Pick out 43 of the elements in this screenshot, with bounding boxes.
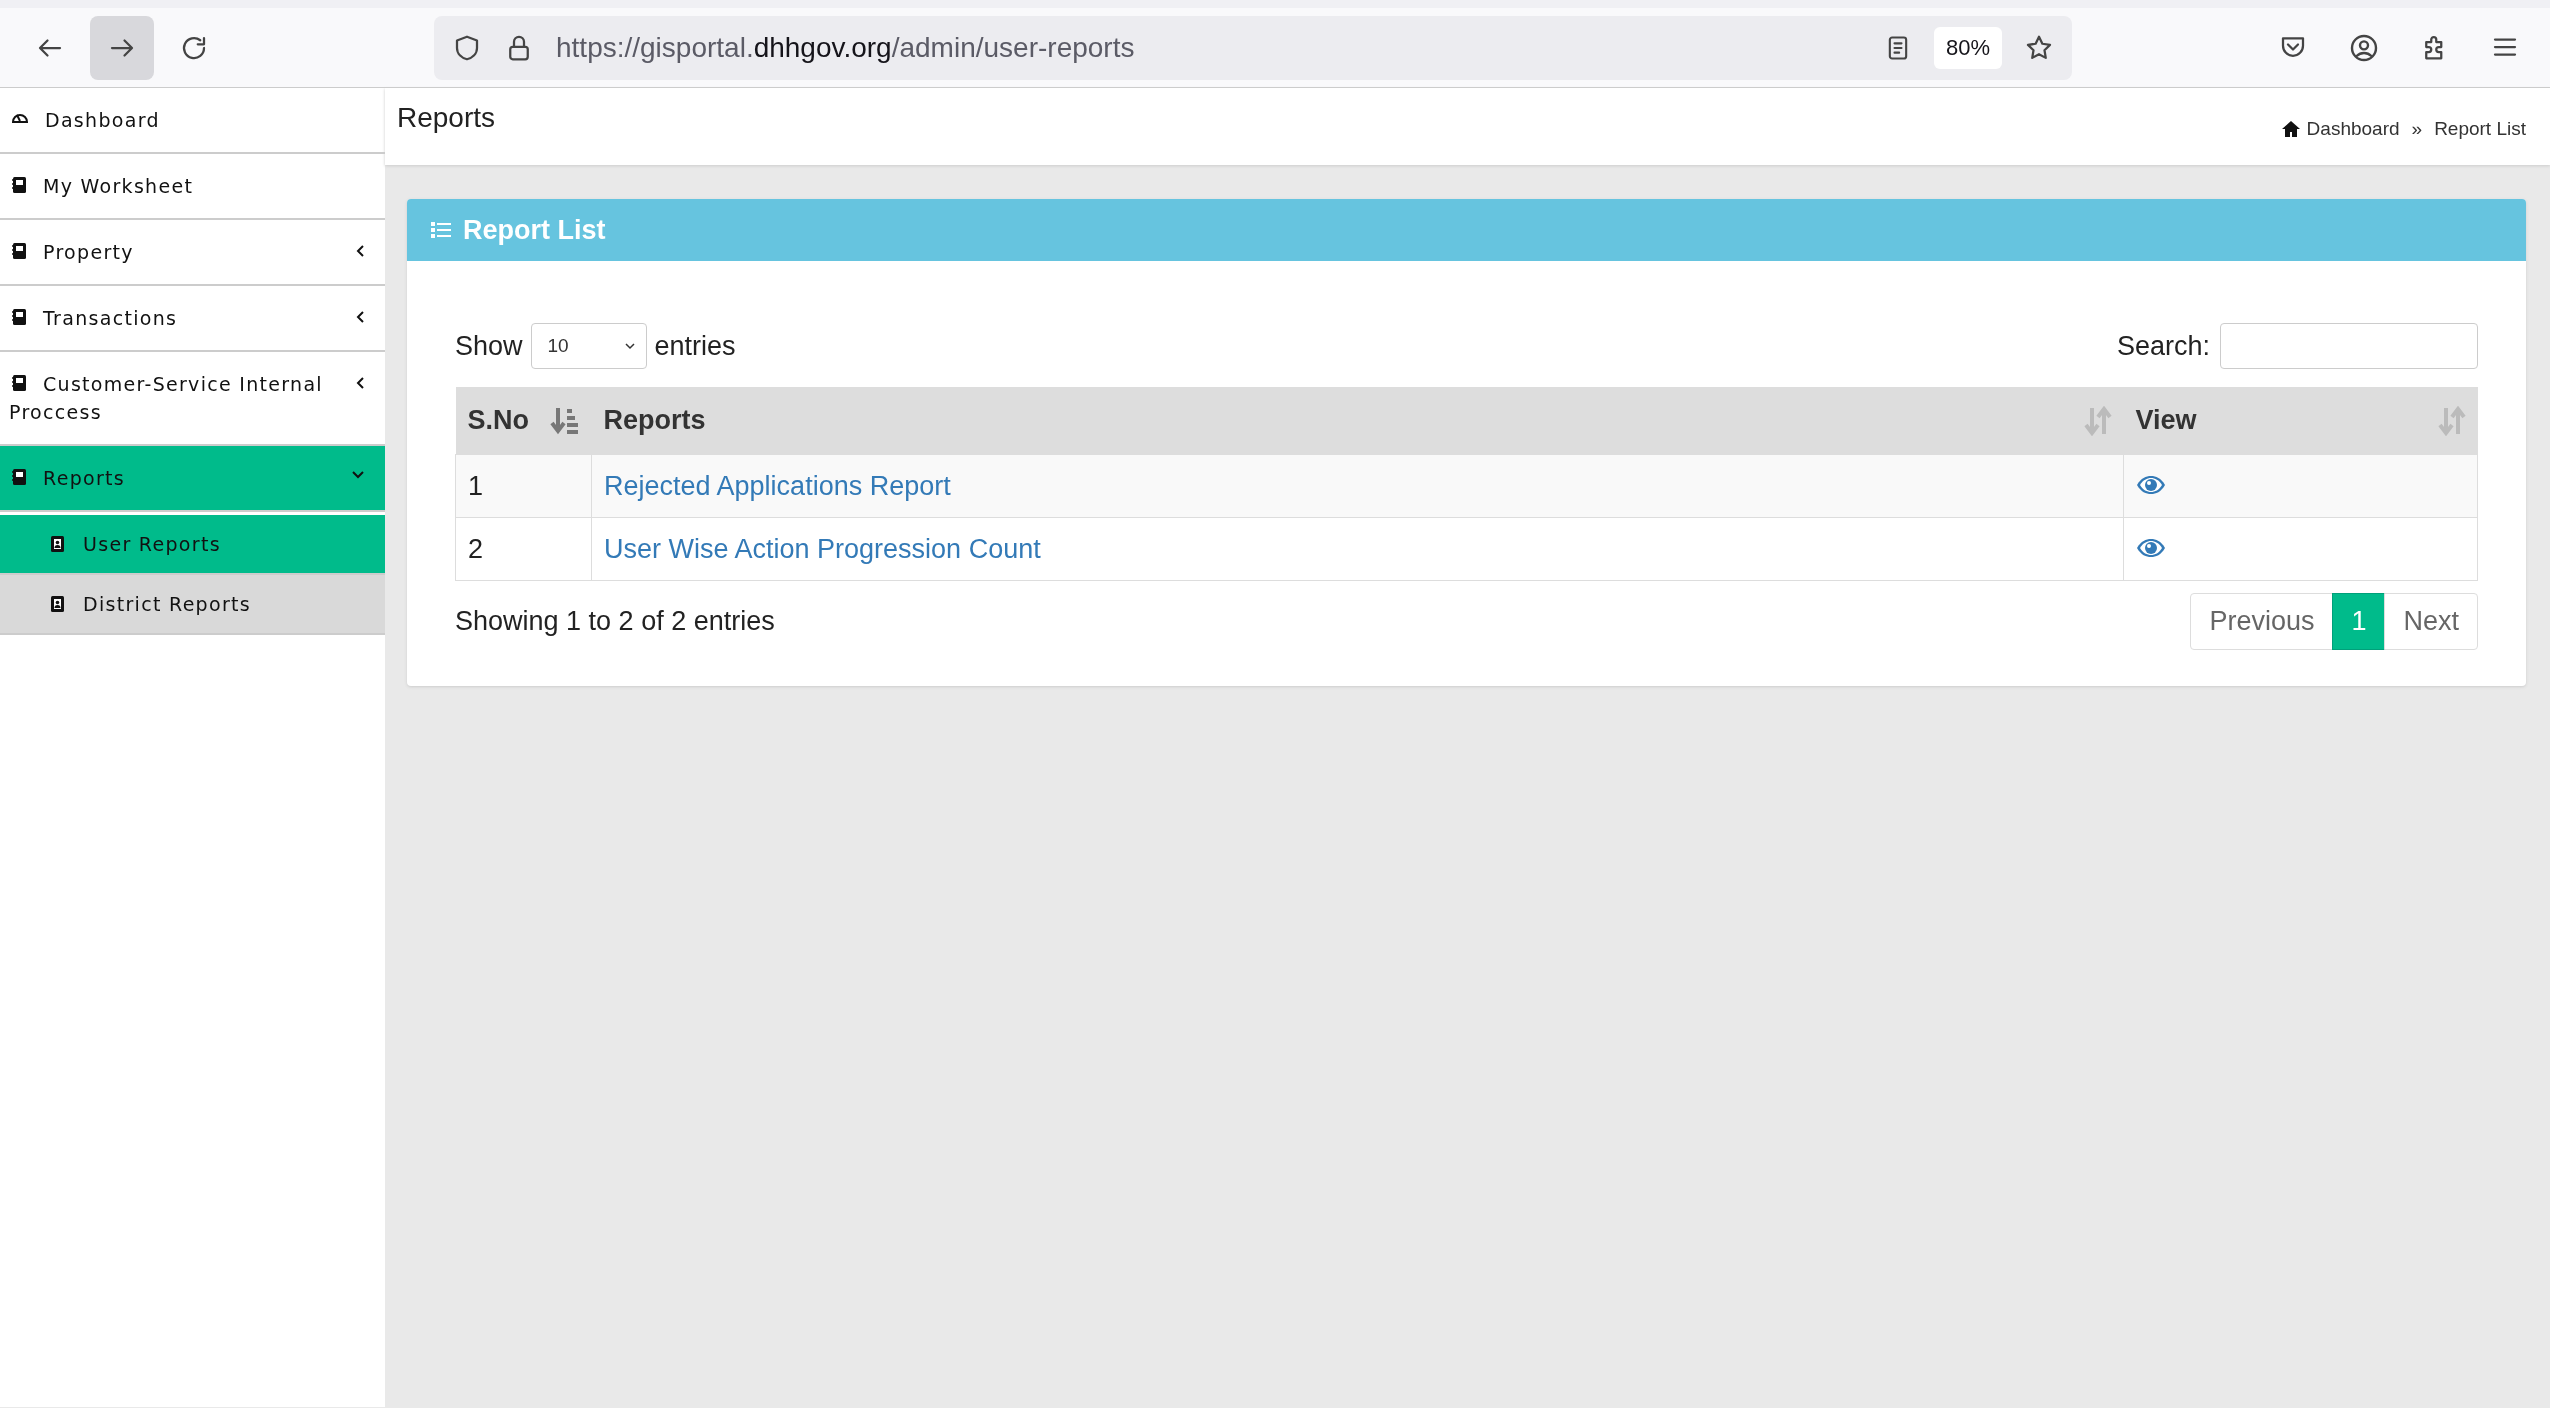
table-info: Showing 1 to 2 of 2 entries — [455, 606, 775, 637]
notebook-icon — [11, 242, 27, 260]
table-cell: 2 — [455, 517, 592, 581]
forward-button[interactable] — [90, 15, 154, 80]
search-label: Search: — [2116, 330, 2210, 362]
pagination-button[interactable]: Next — [2384, 593, 2478, 650]
contact-book-icon — [49, 535, 65, 553]
breadcrumb-separator: » — [2411, 118, 2423, 140]
report-link[interactable]: Rejected Applications Report — [604, 470, 951, 501]
page-title: Reports — [397, 102, 496, 135]
column-header[interactable]: Reports — [591, 387, 2124, 455]
column-header[interactable]: S.No — [455, 387, 592, 455]
table-cell: 1 — [455, 454, 592, 518]
entries-label: entries — [654, 330, 736, 362]
sidebar-item[interactable]: Transactions — [0, 286, 385, 352]
list-icon — [431, 221, 451, 239]
sidebar-item[interactable]: My Worksheet — [0, 154, 385, 220]
notebook-icon — [11, 176, 27, 194]
page-length-select[interactable]: 10 — [530, 323, 647, 369]
sidebar-subitem[interactable]: District Reports — [0, 575, 385, 635]
address-bar[interactable]: https://gisportal.dhhgov.org/admin/user-reports 80% — [434, 15, 2072, 80]
home-icon — [2280, 120, 2301, 138]
column-header[interactable]: View — [2123, 387, 2478, 455]
zoom-level[interactable]: 80% — [1933, 26, 2002, 69]
sidebar-item[interactable]: Property — [0, 220, 385, 286]
chevron-down-icon — [623, 342, 636, 350]
card-title: Report List — [463, 214, 606, 246]
contact-book-icon — [49, 595, 65, 613]
breadcrumb-link[interactable]: Dashboard — [2280, 118, 2400, 140]
sort-ascending-icon[interactable] — [549, 405, 580, 436]
report-link[interactable]: User Wise Action Progression Count — [604, 533, 1041, 564]
view-eye-icon[interactable] — [2136, 537, 2166, 558]
notebook-icon — [11, 468, 27, 486]
sidebar-subitem[interactable]: User Reports — [0, 512, 385, 575]
view-eye-icon[interactable] — [2136, 474, 2166, 495]
pagination-button[interactable]: Previous — [2190, 593, 2334, 650]
url-text[interactable]: https://gisportal.dhhgov.org/admin/user-reports — [556, 31, 1862, 64]
breadcrumb-current: Report List — [2434, 118, 2526, 140]
notebook-icon — [11, 308, 27, 326]
show-label: Show — [455, 330, 523, 362]
search-field[interactable] — [2220, 323, 2478, 369]
sidebar-item[interactable]: Reports — [0, 446, 385, 512]
notebook-icon — [11, 374, 27, 392]
